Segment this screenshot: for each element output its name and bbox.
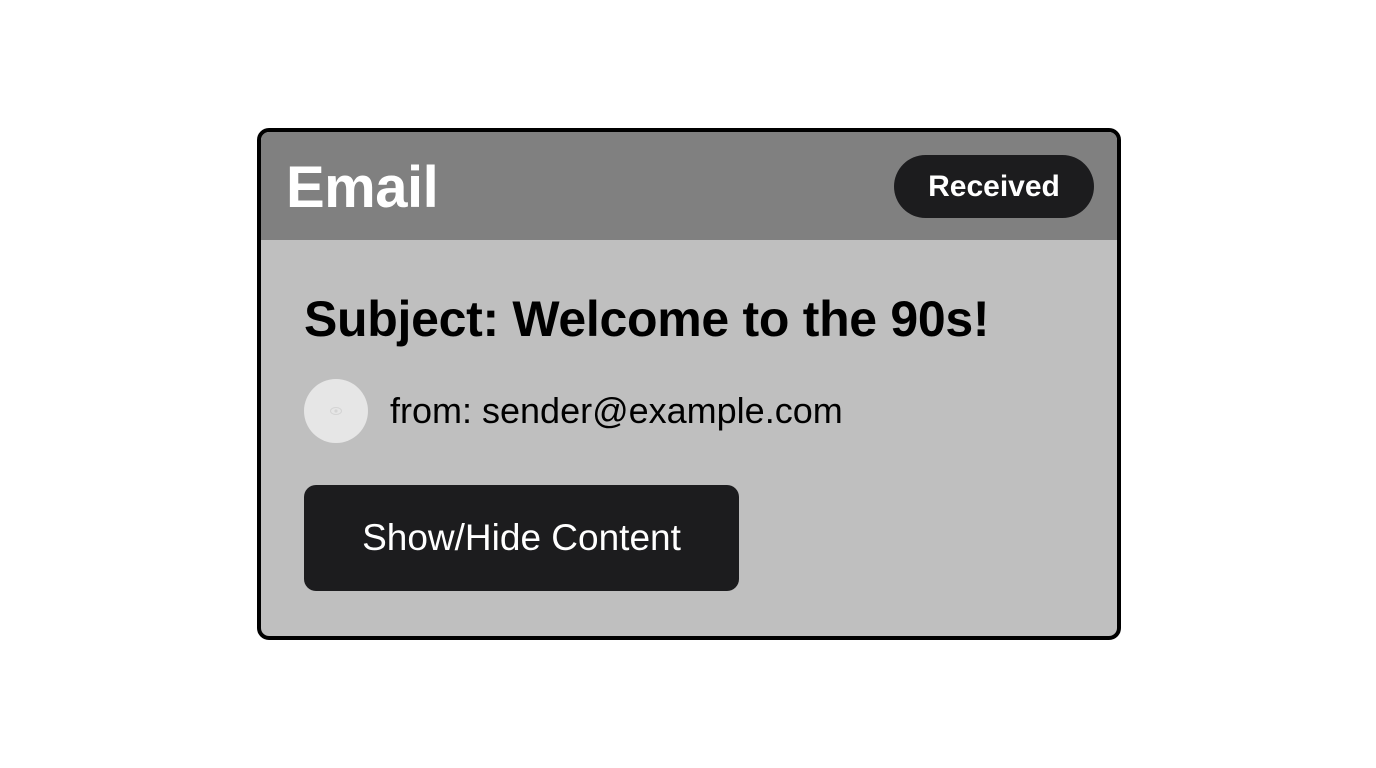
- email-card-header: Email Received: [261, 132, 1117, 240]
- sender-address: from: sender@example.com: [390, 390, 843, 431]
- email-card-body: Subject: Welcome to the 90s! from: sende…: [261, 240, 1117, 636]
- email-subject: Subject: Welcome to the 90s!: [304, 291, 990, 347]
- status-badge: Received: [894, 155, 1094, 218]
- show-hide-content-button[interactable]: Show/Hide Content: [304, 485, 739, 591]
- avatar: [304, 379, 368, 443]
- email-card: Email Received Subject: Welcome to the 9…: [257, 128, 1121, 640]
- card-title: Email: [286, 155, 439, 220]
- sender-row: from: sender@example.com: [304, 379, 843, 443]
- eye-icon: [330, 402, 342, 420]
